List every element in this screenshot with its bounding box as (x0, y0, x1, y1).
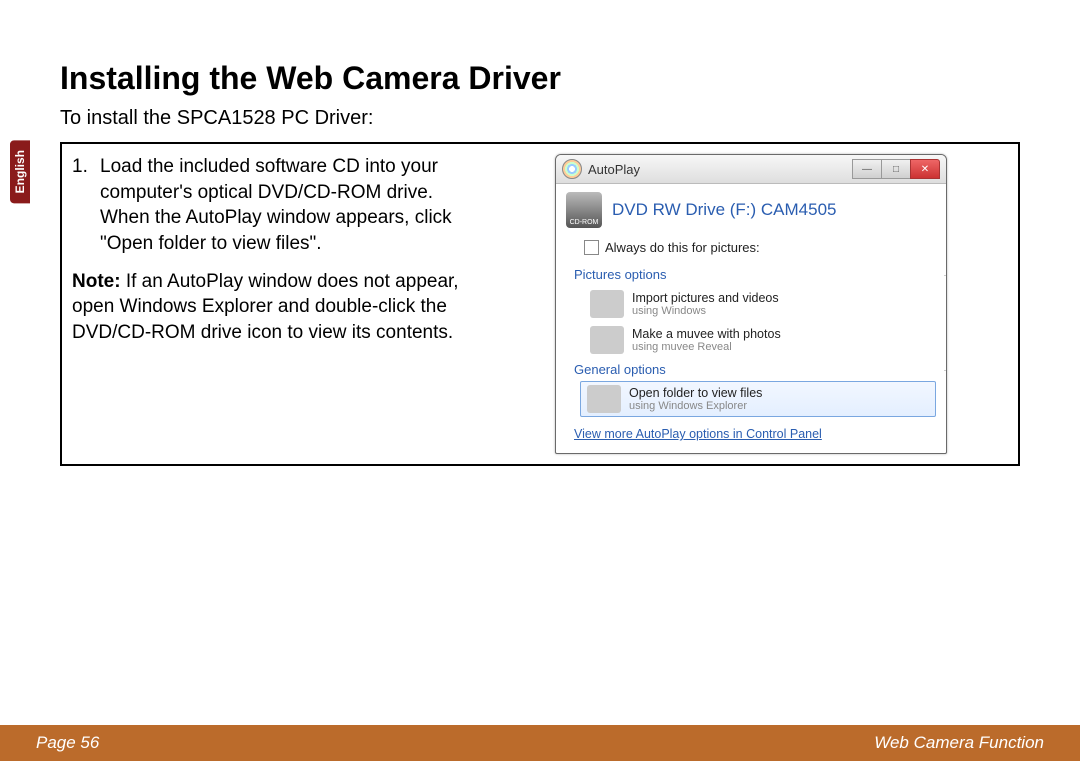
option-line2: using Windows (632, 305, 779, 317)
general-options-label: General options (574, 362, 936, 377)
footer-page-number: Page 56 (36, 733, 99, 753)
folder-icon (587, 385, 621, 413)
muvee-icon (590, 326, 624, 354)
autoplay-window: AutoPlay — □ ✕ CD-ROM DVD RW Drive (F:) … (555, 154, 947, 454)
always-label: Always do this for pictures: (605, 240, 760, 255)
content-box: 1. Load the included software CD into yo… (60, 142, 1020, 466)
close-button[interactable]: ✕ (910, 159, 940, 179)
option-line1: Make a muvee with photos (632, 327, 781, 341)
instructions-column: 1. Load the included software CD into yo… (72, 154, 482, 454)
window-titlebar: AutoPlay — □ ✕ (556, 155, 946, 184)
page-title: Installing the Web Camera Driver (60, 60, 1020, 97)
language-tab: English (10, 140, 30, 203)
document-page: Installing the Web Camera Driver To inst… (0, 0, 1080, 466)
note-text: If an AutoPlay window does not appear, o… (72, 271, 459, 343)
minimize-button[interactable]: — (852, 159, 882, 179)
view-more-link[interactable]: View more AutoPlay options in Control Pa… (574, 427, 822, 441)
option-line2: using muvee Reveal (632, 341, 781, 353)
checkbox-icon[interactable] (584, 240, 599, 255)
drive-row: CD-ROM DVD RW Drive (F:) CAM4505 (566, 192, 936, 228)
page-footer: Page 56 Web Camera Function (0, 725, 1080, 761)
screenshot-column: AutoPlay — □ ✕ CD-ROM DVD RW Drive (F:) … (494, 154, 1008, 454)
step-text: Load the included software CD into your … (100, 154, 482, 257)
step-1: 1. Load the included software CD into yo… (72, 154, 482, 257)
pictures-options-label: Pictures options (574, 267, 936, 282)
step-number: 1. (72, 154, 90, 257)
page-subtitle: To install the SPCA1528 PC Driver: (60, 107, 1020, 130)
option-line1: Open folder to view files (629, 386, 762, 400)
option-line2: using Windows Explorer (629, 400, 762, 412)
option-make-muvee[interactable]: Make a muvee with photos using muvee Rev… (584, 322, 936, 358)
option-line1: Import pictures and videos (632, 291, 779, 305)
disc-icon (562, 159, 582, 179)
window-buttons: — □ ✕ (853, 159, 940, 179)
window-title: AutoPlay (588, 162, 847, 177)
cdrom-icon: CD-ROM (566, 192, 602, 228)
note-block: Note: If an AutoPlay window does not app… (72, 269, 482, 346)
always-checkbox-row[interactable]: Always do this for pictures: (584, 240, 936, 255)
option-open-folder[interactable]: Open folder to view files using Windows … (580, 381, 936, 417)
camera-icon (590, 290, 624, 318)
drive-label: DVD RW Drive (F:) CAM4505 (612, 200, 837, 220)
autoplay-body: CD-ROM DVD RW Drive (F:) CAM4505 Always … (556, 184, 946, 453)
note-label: Note: (72, 271, 121, 292)
option-import-pictures[interactable]: Import pictures and videos using Windows (584, 286, 936, 322)
footer-section-name: Web Camera Function (874, 733, 1044, 753)
maximize-button[interactable]: □ (881, 159, 911, 179)
